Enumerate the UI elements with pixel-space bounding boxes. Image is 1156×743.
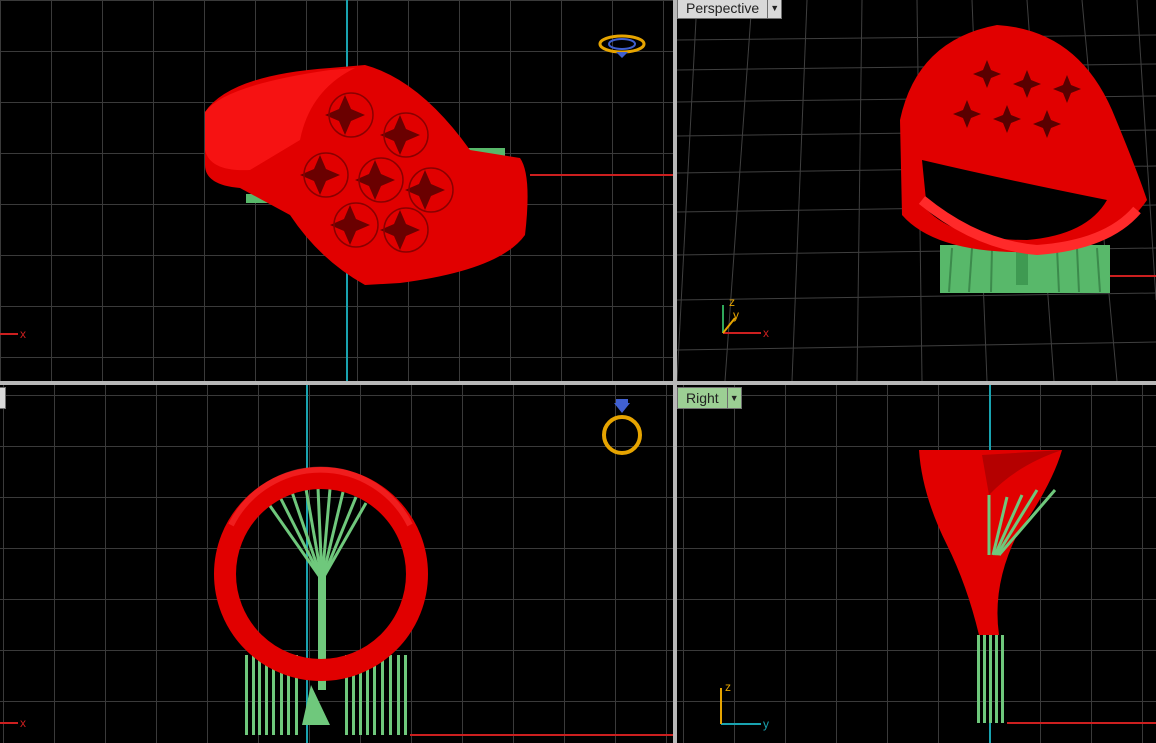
right-view-canvas: y z bbox=[720, 385, 1156, 743]
right-viewport-tab[interactable]: Right ▼ bbox=[677, 387, 742, 409]
z-axis-label: z bbox=[729, 295, 735, 309]
front-viewport[interactable]: x bbox=[0, 385, 673, 743]
ring-front-view-icon bbox=[602, 399, 642, 455]
front-viewport-tab[interactable] bbox=[0, 387, 6, 409]
viewport-divider-horizontal[interactable] bbox=[0, 381, 1156, 385]
top-viewport[interactable]: x bbox=[0, 0, 673, 381]
viewport-divider-vertical[interactable] bbox=[673, 0, 677, 743]
z-axis-label: z bbox=[725, 680, 731, 694]
right-viewport-label: Right bbox=[686, 390, 719, 406]
gem-top-view-icon bbox=[598, 34, 646, 58]
right-viewport[interactable]: y z bbox=[677, 385, 1156, 743]
perspective-grid: x z y bbox=[677, 0, 1156, 381]
perspective-viewport-tab[interactable]: Perspective ▼ bbox=[677, 0, 783, 19]
perspective-viewport[interactable]: x z y bbox=[677, 0, 1156, 381]
chevron-down-icon[interactable]: ▼ bbox=[767, 0, 782, 18]
perspective-viewport-label: Perspective bbox=[686, 0, 760, 16]
y-axis-label: y bbox=[763, 717, 769, 731]
y-axis-label: y bbox=[733, 308, 739, 322]
x-axis-label: x bbox=[763, 326, 769, 340]
chevron-down-icon[interactable]: ▼ bbox=[726, 388, 741, 408]
support-pins bbox=[977, 635, 1004, 723]
